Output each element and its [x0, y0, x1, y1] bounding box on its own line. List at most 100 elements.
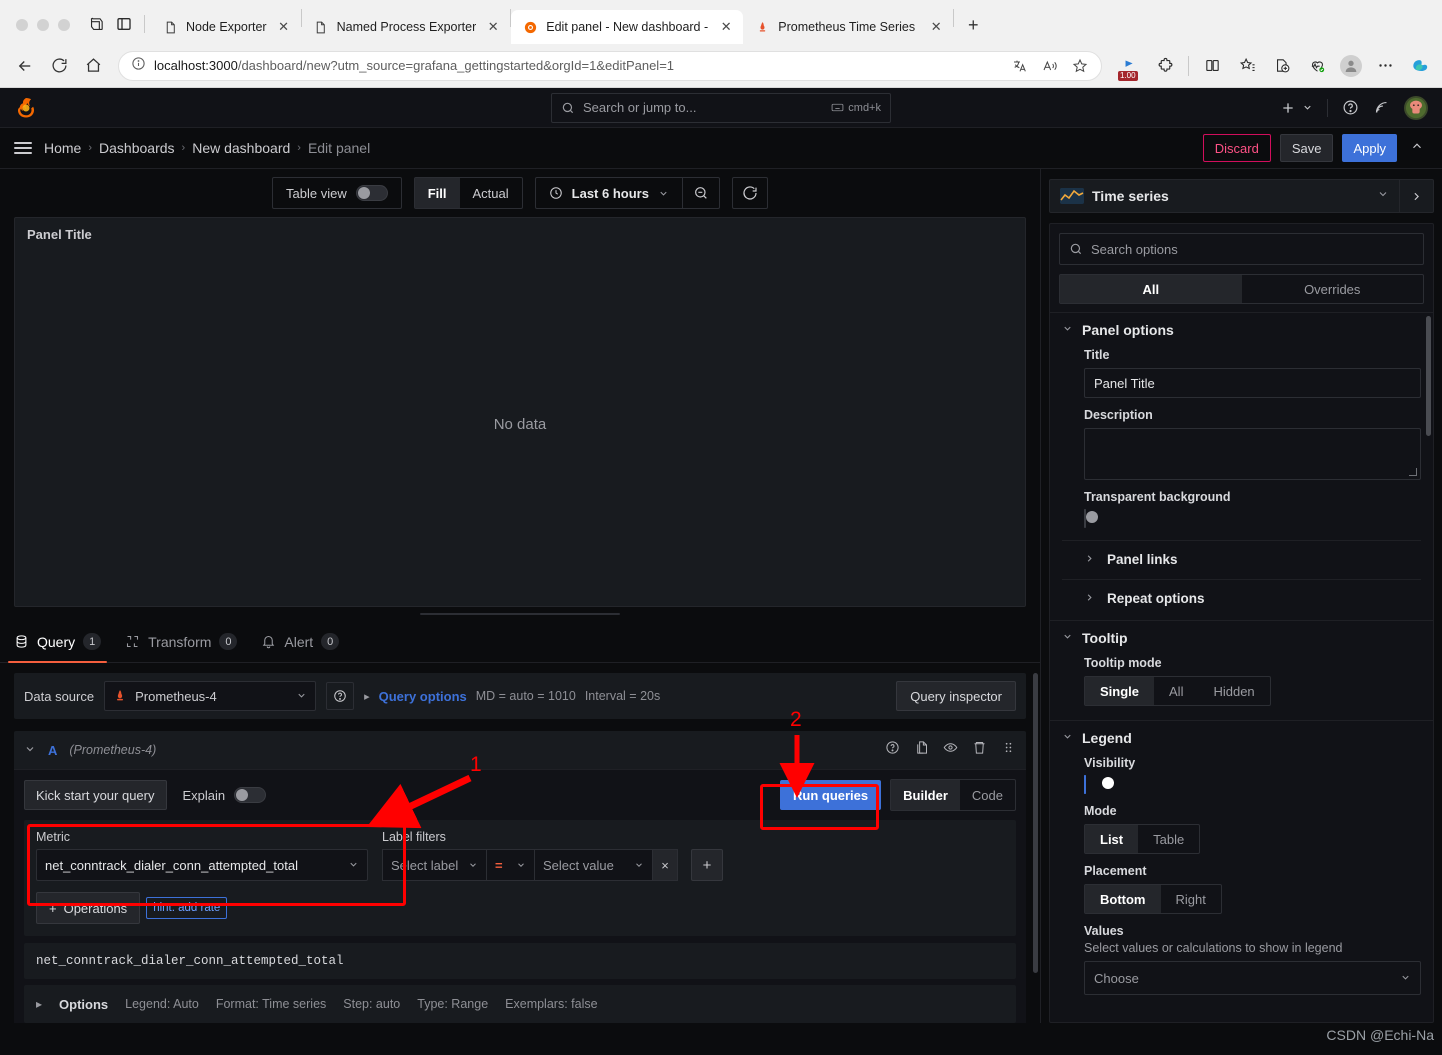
kick-start-query-button[interactable]: Kick start your query: [24, 780, 167, 810]
menu-toggle-icon[interactable]: [14, 142, 32, 154]
grafana-logo-icon[interactable]: [14, 96, 38, 120]
time-range-picker[interactable]: Last 6 hours: [536, 178, 682, 208]
panel-description-textarea[interactable]: [1084, 428, 1421, 480]
read-aloud-icon[interactable]: [1041, 57, 1059, 75]
copilot-icon[interactable]: [1408, 54, 1432, 78]
datasource-help-button[interactable]: [326, 682, 355, 710]
panel-title-input[interactable]: Panel Title: [1084, 368, 1421, 398]
close-tab-icon[interactable]: ✕: [717, 18, 735, 36]
help-icon[interactable]: [1342, 99, 1359, 116]
query-ref-id[interactable]: A: [48, 743, 57, 758]
repeat-options-row[interactable]: Repeat options: [1062, 579, 1421, 606]
tab-transform[interactable]: Transform 0: [125, 621, 238, 663]
add-new-button[interactable]: [1280, 100, 1296, 116]
query-help-icon[interactable]: [885, 740, 900, 760]
browser-tab-3[interactable]: Prometheus Time Series Collec ✕: [743, 10, 953, 44]
split-screen-icon[interactable]: [1200, 54, 1224, 78]
maximize-window-button[interactable]: [58, 19, 70, 31]
tooltip-mode-hidden[interactable]: Hidden: [1198, 677, 1269, 705]
fill-button[interactable]: Fill: [414, 178, 460, 208]
extensions-icon[interactable]: [1153, 54, 1177, 78]
new-tab-button[interactable]: +: [960, 12, 986, 38]
query-editor-scroll[interactable]: Data source Prometheus-4 ▸ Query options: [0, 663, 1040, 1023]
zoom-level-icon[interactable]: 1.00: [1118, 54, 1142, 81]
section-tooltip-header[interactable]: Tooltip: [1062, 630, 1421, 646]
breadcrumb-item-dashboards[interactable]: Dashboards: [99, 140, 175, 156]
collapse-options-pane-button[interactable]: [1399, 180, 1433, 212]
browser-tab-0[interactable]: Node Exporter ✕: [151, 10, 301, 44]
remove-label-filter-button[interactable]: ×: [652, 849, 678, 881]
add-label-filter-button[interactable]: +: [691, 849, 723, 881]
operations-button[interactable]: + Operations: [36, 892, 141, 924]
favorite-star-icon[interactable]: [1071, 57, 1089, 75]
table-view-toggle[interactable]: Table view: [273, 178, 401, 208]
browser-tab-2[interactable]: Edit panel - New dashboard - D ✕: [511, 10, 744, 44]
options-scrollbar[interactable]: [1426, 316, 1431, 436]
query-options-row[interactable]: ▸ Query options MD = auto = 1010 Interva…: [364, 689, 660, 704]
back-icon[interactable]: [10, 51, 40, 81]
metric-select[interactable]: net_conntrack_dialer_conn_attempted_tota…: [36, 849, 368, 881]
actual-button[interactable]: Actual: [460, 178, 522, 208]
news-feed-icon[interactable]: [1373, 99, 1390, 116]
query-options-label[interactable]: Query options: [379, 689, 467, 704]
table-view-switch[interactable]: [355, 185, 388, 201]
global-search-input[interactable]: Search or jump to... cmd+k: [551, 92, 891, 123]
tab-alert[interactable]: Alert 0: [261, 621, 340, 663]
reload-icon[interactable]: [44, 51, 74, 81]
home-icon[interactable]: [78, 51, 108, 81]
query-options-collapse-row[interactable]: ▸ Options Legend: Auto Format: Time seri…: [24, 985, 1016, 1023]
legend-visibility-switch[interactable]: [1084, 775, 1114, 794]
legend-mode-table[interactable]: Table: [1138, 825, 1199, 853]
tab-overrides[interactable]: Overrides: [1242, 275, 1424, 303]
run-queries-button[interactable]: Run queries: [780, 780, 882, 810]
add-to-collections-icon[interactable]: [1270, 54, 1294, 78]
query-inspector-button[interactable]: Query inspector: [896, 681, 1016, 711]
datasource-picker[interactable]: Prometheus-4: [104, 681, 317, 711]
delete-query-icon[interactable]: [972, 740, 987, 760]
url-bar[interactable]: localhost:3000/dashboard/new?utm_source=…: [118, 50, 1102, 81]
collections-star-icon[interactable]: [1235, 54, 1259, 78]
discard-button[interactable]: Discard: [1202, 134, 1271, 162]
breadcrumb-item-new-dashboard[interactable]: New dashboard: [192, 140, 290, 156]
settings-more-icon[interactable]: [1373, 54, 1397, 78]
visualization-picker[interactable]: Time series: [1049, 179, 1434, 213]
minimize-window-button[interactable]: [37, 19, 49, 31]
tab-groups-icon[interactable]: [82, 10, 110, 38]
section-panel-options-header[interactable]: Panel options: [1062, 322, 1421, 338]
drag-query-icon[interactable]: [1001, 740, 1016, 760]
section-legend-header[interactable]: Legend: [1062, 730, 1421, 746]
query-scrollbar[interactable]: [1033, 673, 1038, 973]
legend-placement-bottom[interactable]: Bottom: [1085, 885, 1161, 913]
builder-mode-button[interactable]: Builder: [891, 780, 960, 810]
code-mode-button[interactable]: Code: [960, 780, 1015, 810]
window-controls[interactable]: [10, 19, 82, 44]
options-search-input[interactable]: Search options: [1059, 233, 1424, 265]
browser-essentials-icon[interactable]: [1305, 54, 1329, 78]
tab-all[interactable]: All: [1060, 275, 1242, 303]
close-tab-icon[interactable]: ✕: [275, 18, 293, 36]
save-button[interactable]: Save: [1279, 134, 1334, 162]
label-filter-value-select[interactable]: Select value: [534, 849, 652, 881]
close-tab-icon[interactable]: ✕: [484, 18, 502, 36]
close-window-button[interactable]: [16, 19, 28, 31]
split-view-icon[interactable]: [110, 10, 138, 38]
legend-values-select[interactable]: Choose: [1084, 961, 1421, 995]
hint-add-rate-button[interactable]: hint: add rate: [146, 897, 228, 919]
options-scroll-area[interactable]: Panel options Title Panel Title Descript…: [1050, 312, 1433, 1022]
panel-resize-handle[interactable]: [14, 607, 1026, 621]
legend-placement-right[interactable]: Right: [1161, 885, 1221, 913]
tab-query[interactable]: Query 1: [7, 621, 108, 663]
tooltip-mode-all[interactable]: All: [1154, 677, 1198, 705]
label-filter-key-select[interactable]: Select label: [382, 849, 486, 881]
close-tab-icon[interactable]: ✕: [927, 18, 945, 36]
refresh-button[interactable]: [731, 177, 768, 209]
panel-links-row[interactable]: Panel links: [1062, 540, 1421, 567]
visualization-panel[interactable]: Panel Title No data: [14, 217, 1026, 607]
zoom-out-time-range-button[interactable]: [681, 178, 719, 208]
chevron-down-icon[interactable]: [1302, 102, 1313, 113]
explain-toggle[interactable]: Explain: [183, 787, 267, 803]
profile-avatar[interactable]: [1340, 54, 1362, 77]
tooltip-mode-single[interactable]: Single: [1085, 677, 1155, 705]
translate-icon[interactable]: [1011, 57, 1029, 75]
transparent-background-switch[interactable]: [1084, 509, 1098, 528]
